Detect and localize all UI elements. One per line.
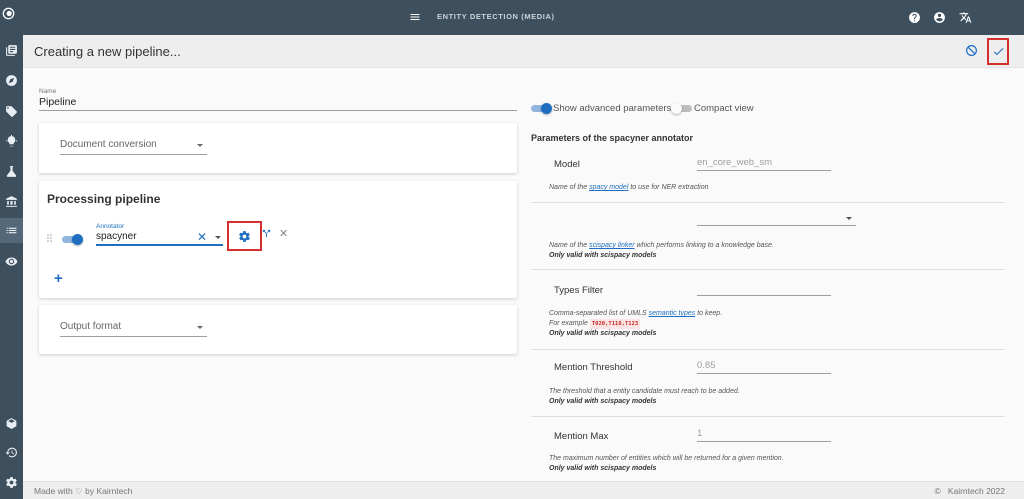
dropdown-caret-icon [846, 217, 852, 220]
parameters-title: Parameters of the spacyner annotator [531, 133, 694, 143]
drag-handle-icon[interactable] [47, 234, 53, 244]
hamburger-menu-icon[interactable] [409, 11, 421, 23]
linker-description: Name of the scispacy linker which perfor… [549, 242, 774, 259]
spacy-model-link[interactable]: spacy model [589, 184, 628, 191]
dropdown-caret-icon [197, 326, 203, 329]
mention-threshold-input[interactable]: 0.85 [697, 360, 831, 374]
label-tag-icon[interactable] [4, 104, 19, 119]
mention-max-description: The maximum number of entities which wil… [549, 455, 784, 472]
cube-icon[interactable] [4, 416, 19, 431]
history-icon[interactable] [4, 445, 19, 460]
mention-max-label: Mention Max [554, 431, 609, 442]
model-description: Name of the spacy model to use for NER e… [549, 184, 709, 191]
linker-select[interactable] [697, 212, 856, 226]
translate-language-icon[interactable] [959, 11, 972, 24]
mention-max-scispacy-note: Only valid with scispacy models [549, 465, 657, 472]
app-logo-icon[interactable] [2, 7, 21, 26]
types-filter-input[interactable] [697, 282, 831, 296]
document-conversion-placeholder: Document conversion [60, 139, 157, 150]
show-advanced-toggle[interactable] [531, 103, 553, 114]
output-format-placeholder: Output format [60, 321, 122, 332]
fork-branch-icon[interactable] [261, 228, 272, 239]
compact-view-label: Compact view [694, 103, 754, 114]
annotator-select[interactable]: spacyner ✕ [96, 230, 223, 246]
lightbulb-icon[interactable] [4, 134, 19, 149]
model-input[interactable]: en_core_web_sm [697, 157, 831, 171]
eye-visibility-icon[interactable] [4, 254, 19, 269]
documents-icon[interactable] [4, 43, 19, 58]
save-confirm-button[interactable] [987, 38, 1009, 65]
mention-threshold-label: Mention Threshold [554, 362, 633, 373]
account-avatar-icon[interactable] [933, 11, 946, 24]
show-advanced-label: Show advanced parameters [553, 103, 672, 114]
help-icon[interactable] [908, 11, 921, 24]
divider [531, 269, 1005, 270]
output-format-card: Output format [39, 305, 517, 354]
mention-max-input[interactable]: 1 [697, 428, 831, 442]
annotator-value: spacyner [96, 231, 137, 242]
page-header: Creating a new pipeline... [23, 35, 1024, 68]
linker-scispacy-note: Only valid with scispacy models [549, 252, 657, 259]
model-param-label: Model [554, 159, 580, 170]
cancel-button[interactable] [965, 44, 979, 58]
remove-annotator-close-icon[interactable]: ✕ [279, 227, 288, 240]
top-app-bar: ENTITY DETECTION (MEDIA) [23, 0, 1024, 35]
types-filter-description: Comma-separated list of UMLS semantic ty… [549, 310, 723, 337]
annotator-field-label: Annotator [96, 223, 125, 230]
example-code: T020,T116,T123 [589, 319, 641, 329]
flask-icon[interactable] [4, 164, 19, 179]
document-conversion-card: Document conversion [39, 123, 517, 173]
page-footer: Made with ♡ by Kairntech © Kairntech 202… [23, 481, 1024, 499]
pipelines-list-icon[interactable] [0, 218, 23, 243]
heart-icon: ♡ [75, 486, 83, 496]
check-icon [993, 48, 1003, 56]
institution-icon[interactable] [4, 194, 19, 209]
left-navigation-rail [0, 0, 23, 499]
block-cancel-icon [966, 45, 977, 56]
dropdown-caret-icon[interactable] [215, 236, 221, 239]
annotator-settings-button[interactable] [227, 221, 262, 251]
clear-x-icon[interactable]: ✕ [197, 230, 207, 244]
output-format-select[interactable]: Output format [60, 321, 207, 337]
page-title: Creating a new pipeline... [34, 44, 181, 59]
semantic-types-link[interactable]: semantic types [649, 310, 696, 317]
types-filter-label: Types Filter [554, 285, 604, 296]
name-input[interactable]: Pipeline [39, 96, 517, 111]
dropdown-caret-icon [197, 144, 203, 147]
mention-threshold-scispacy-note: Only valid with scispacy models [549, 398, 657, 405]
made-with-text: Made with ♡ by Kairntech [34, 486, 133, 496]
divider [531, 202, 1005, 203]
app-title: ENTITY DETECTION (MEDIA) [437, 12, 555, 21]
copyright-text: © Kairntech 2022 [934, 486, 1005, 496]
add-processor-button[interactable]: + [54, 270, 63, 287]
compass-icon[interactable] [4, 73, 19, 88]
processing-pipeline-card: Processing pipeline Annotator spacyner ✕… [39, 181, 517, 298]
settings-gear-icon[interactable] [4, 475, 19, 490]
compact-view-toggle[interactable] [671, 103, 694, 114]
divider [531, 416, 1005, 417]
settings-gear-icon [239, 230, 250, 242]
processing-pipeline-title: Processing pipeline [47, 192, 161, 206]
annotator-enabled-toggle[interactable] [62, 234, 84, 245]
name-field-label: Name [39, 88, 57, 95]
document-conversion-select[interactable]: Document conversion [60, 139, 207, 155]
mention-threshold-description: The threshold that a entity candidate mu… [549, 388, 740, 405]
divider [531, 349, 1005, 350]
types-filter-scispacy-note: Only valid with scispacy models [549, 330, 657, 337]
scispacy-linker-link[interactable]: scispacy linker [589, 242, 635, 249]
